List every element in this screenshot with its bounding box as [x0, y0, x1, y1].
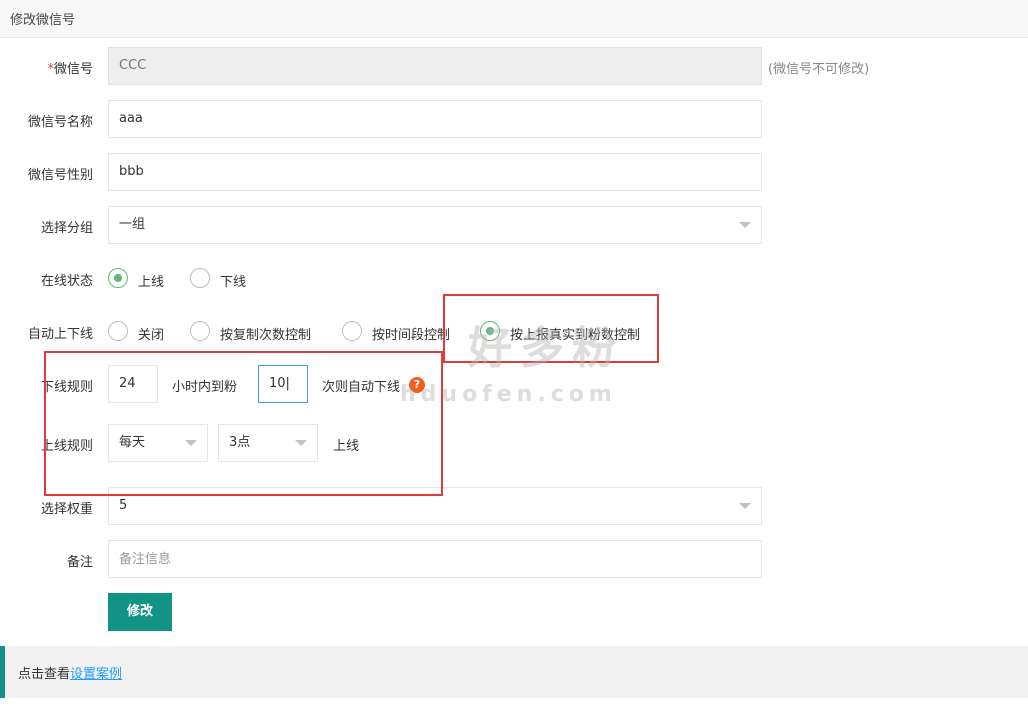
chevron-down-icon	[185, 440, 197, 446]
page-header: 修改微信号	[0, 0, 1028, 38]
radio-auto-real-fans-label[interactable]: 按上报真实到粉数控制	[510, 324, 640, 343]
page-title: 修改微信号	[10, 13, 76, 28]
wechat-id-note: (微信号不可修改)	[768, 62, 870, 77]
radio-online-label[interactable]: 上线	[138, 271, 164, 290]
online-rule-text: 上线	[333, 439, 360, 454]
submit-button[interactable]: 修改	[108, 593, 172, 631]
online-status-label: 在线状态	[40, 274, 93, 289]
online-time-select[interactable]: 3点	[218, 424, 318, 462]
radio-auto-time-period-label[interactable]: 按时间段控制	[372, 324, 450, 343]
watermark-url: hduofen.com	[400, 382, 617, 407]
remark-label: 备注	[66, 555, 93, 570]
help-icon[interactable]: ?	[409, 377, 425, 393]
radio-online[interactable]	[108, 268, 128, 288]
wechat-id-label: *微信号	[47, 62, 93, 77]
wechat-name-input[interactable]: aaa	[108, 100, 762, 138]
offline-count-input[interactable]: 10|	[258, 365, 308, 403]
wechat-gender-input[interactable]: bbb	[108, 153, 762, 191]
radio-auto-copy-count-label[interactable]: 按复制次数控制	[220, 324, 311, 343]
radio-offline[interactable]	[190, 268, 210, 288]
wechat-gender-label: 微信号性别	[27, 168, 93, 183]
auto-toggle-label: 自动上下线	[27, 327, 93, 342]
chevron-down-icon	[295, 440, 307, 446]
chevron-down-icon	[739, 503, 751, 509]
wechat-name-label: 微信号名称	[27, 115, 93, 130]
online-rule-label: 上线规则	[40, 439, 93, 454]
group-label: 选择分组	[40, 221, 93, 236]
footer-bar: 点击查看设置案例	[0, 646, 1028, 698]
group-select[interactable]: 一组	[108, 206, 762, 244]
setup-example-link[interactable]: 设置案例	[70, 667, 122, 682]
weight-select[interactable]: 5	[108, 487, 762, 525]
footer-text: 点击查看设置案例	[18, 667, 123, 682]
offline-hours-input[interactable]: 24	[108, 365, 158, 403]
weight-label: 选择权重	[40, 502, 93, 517]
radio-auto-copy-count[interactable]	[190, 321, 210, 341]
wechat-id-field: CCC	[108, 47, 762, 85]
offline-rule-text1: 小时内到粉	[172, 380, 238, 395]
radio-auto-off[interactable]	[108, 321, 128, 341]
radio-auto-time-period[interactable]	[342, 321, 362, 341]
offline-rule-label: 下线规则	[40, 380, 93, 395]
radio-offline-label[interactable]: 下线	[220, 271, 246, 290]
online-frequency-select[interactable]: 每天	[108, 424, 208, 462]
radio-auto-off-label[interactable]: 关闭	[138, 324, 164, 343]
radio-auto-real-fans[interactable]	[480, 321, 500, 341]
remark-input[interactable]	[108, 540, 762, 578]
chevron-down-icon	[739, 222, 751, 228]
offline-rule-text2: 次则自动下线	[322, 380, 401, 395]
